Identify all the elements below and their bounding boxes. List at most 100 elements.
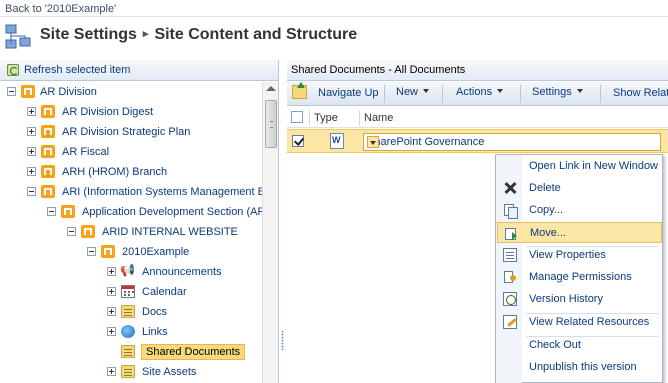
tree-node-label[interactable]: Shared Documents: [141, 344, 246, 360]
menu-item-unpublish[interactable]: Unpublish this version: [497, 357, 662, 378]
tree-node-ar-division-strategic-plan[interactable]: AR Division Strategic Plan: [0, 123, 262, 141]
tree-node-calendar[interactable]: Calendar: [0, 283, 262, 301]
collapse-icon[interactable]: [67, 227, 76, 236]
menu-item-view-related-resources[interactable]: View Related Resources: [497, 312, 662, 333]
tree-node-ar-division-digest[interactable]: AR Division Digest: [0, 103, 262, 121]
tree-node-label[interactable]: Application Development Section (AR: [82, 206, 265, 218]
menu-item-version-history[interactable]: Version History: [497, 289, 662, 310]
tree-node-label[interactable]: ARI (Information Systems Management B: [62, 186, 265, 198]
toolbar-divider: [520, 85, 521, 103]
menu-item-check-out[interactable]: Check Out: [497, 335, 662, 356]
expand-icon[interactable]: [27, 147, 36, 156]
menu-item-manage-permissions[interactable]: Manage Permissions: [497, 267, 662, 288]
tree-node-label[interactable]: Links: [142, 326, 168, 338]
version-history-icon: [503, 292, 517, 306]
tree-node-label[interactable]: ARID INTERNAL WEBSITE: [102, 226, 238, 238]
scroll-up-icon[interactable]: [266, 86, 276, 91]
menu-item-move[interactable]: Move...: [497, 222, 662, 243]
tree-node-links[interactable]: Links: [0, 323, 262, 341]
tree-node-arid-internal-website[interactable]: ARID INTERNAL WEBSITE: [0, 223, 262, 241]
expand-icon[interactable]: [27, 107, 36, 116]
calendar-icon: [121, 285, 135, 298]
settings-menu-button[interactable]: Settings: [532, 86, 583, 104]
tree-node-label[interactable]: Site Assets: [142, 366, 196, 378]
globe-icon: [121, 325, 135, 338]
tree-node-announcements[interactable]: Announcements: [0, 263, 262, 281]
tree-node-shared-documents[interactable]: Shared Documents: [0, 343, 262, 361]
expand-icon[interactable]: [107, 367, 116, 376]
expand-icon[interactable]: [27, 127, 36, 136]
tree-node-ar-fiscal[interactable]: AR Fiscal: [0, 143, 262, 161]
expand-icon[interactable]: [107, 287, 116, 296]
show-related-button[interactable]: Show Relat: [613, 87, 668, 105]
tree-node-label[interactable]: Announcements: [142, 266, 222, 278]
back-link[interactable]: Back to '2010Example': [5, 3, 116, 15]
menu-item-label: Unpublish this version: [529, 361, 637, 373]
refresh-icon[interactable]: [7, 64, 19, 76]
navigate-up-icon[interactable]: [292, 82, 307, 99]
tree-node-2010example[interactable]: 2010Example: [0, 243, 262, 261]
tree-node-label[interactable]: ARH (HROM) Branch: [62, 166, 167, 178]
tree-node-application-development[interactable]: Application Development Section (AR: [0, 203, 265, 221]
tree-node-label[interactable]: Docs: [142, 306, 167, 318]
tree-node-label[interactable]: AR Division: [40, 86, 97, 98]
expand-icon[interactable]: [107, 267, 116, 276]
menu-item-delete[interactable]: Delete: [497, 178, 662, 199]
splitter-grip-icon[interactable]: [281, 330, 284, 350]
tree-node-arh-branch[interactable]: ARH (HROM) Branch: [0, 163, 262, 181]
move-icon: [504, 226, 518, 240]
tree-node-label[interactable]: AR Division Digest: [62, 106, 153, 118]
dropdown-arrow-icon: [497, 89, 504, 93]
tree-node-docs[interactable]: Docs: [0, 303, 262, 321]
tree-scrollbar[interactable]: [262, 82, 278, 383]
menu-item-label: Check Out: [529, 339, 581, 351]
document-library-icon: [121, 345, 135, 358]
menu-item-view-properties[interactable]: View Properties: [497, 245, 662, 266]
site-icon: [21, 85, 35, 98]
dropdown-arrow-icon: [423, 89, 430, 93]
collapse-icon[interactable]: [7, 87, 16, 96]
name-cell[interactable]: SharePoint Governance: [363, 133, 661, 151]
new-menu-label: New: [396, 86, 419, 98]
document-name-link[interactable]: SharePoint Governance: [367, 136, 484, 148]
title-site-settings-link[interactable]: Site Settings: [40, 26, 137, 43]
breadcrumb-separator: ▸: [142, 28, 149, 40]
site-icon: [41, 145, 55, 158]
new-menu-button[interactable]: New: [396, 86, 430, 104]
refresh-selected-item-link[interactable]: Refresh selected item: [24, 64, 130, 76]
toolbar-divider: [442, 85, 443, 103]
name-column-header[interactable]: Name: [364, 112, 393, 124]
site-icon: [61, 205, 75, 218]
actions-menu-button[interactable]: Actions: [456, 86, 504, 104]
tree-node-label[interactable]: 2010Example: [122, 246, 189, 258]
collapse-icon[interactable]: [87, 247, 96, 256]
menu-item-open-link-new-window[interactable]: Open Link in New Window: [497, 156, 662, 177]
table-row[interactable]: SharePoint Governance: [287, 129, 668, 153]
column-divider: [309, 110, 310, 126]
expand-icon[interactable]: [107, 327, 116, 336]
scroll-thumb[interactable]: [265, 100, 277, 148]
menu-item-label: View Related Resources: [529, 316, 650, 328]
tree-node-label[interactable]: AR Division Strategic Plan: [62, 126, 190, 138]
navigate-up-button[interactable]: Navigate Up: [318, 87, 379, 105]
tree-node-ari[interactable]: ARI (Information Systems Management B: [0, 183, 265, 201]
menu-item-copy[interactable]: Copy...: [497, 200, 662, 221]
panel-splitter[interactable]: [279, 60, 287, 383]
expand-icon[interactable]: [27, 167, 36, 176]
refresh-bar[interactable]: Refresh selected item: [0, 60, 278, 81]
chevron-down-icon[interactable]: [367, 136, 379, 148]
dropdown-arrow-icon: [576, 89, 583, 93]
tree-node-label[interactable]: Calendar: [142, 286, 187, 298]
expand-icon[interactable]: [107, 307, 116, 316]
collapse-icon[interactable]: [27, 187, 36, 196]
toolbar-divider: [384, 85, 385, 103]
type-column-header[interactable]: Type: [314, 112, 338, 124]
select-all-checkbox[interactable]: [291, 111, 303, 123]
top-bar: Back to '2010Example': [0, 0, 668, 17]
row-checkbox[interactable]: [292, 135, 304, 147]
tree-node-label[interactable]: AR Fiscal: [62, 146, 109, 158]
list-title-bar: Shared Documents - All Documents: [287, 60, 668, 81]
tree-node-site-assets[interactable]: Site Assets: [0, 363, 262, 381]
collapse-icon[interactable]: [47, 207, 56, 216]
tree-node-ar-division[interactable]: AR Division: [0, 83, 262, 101]
